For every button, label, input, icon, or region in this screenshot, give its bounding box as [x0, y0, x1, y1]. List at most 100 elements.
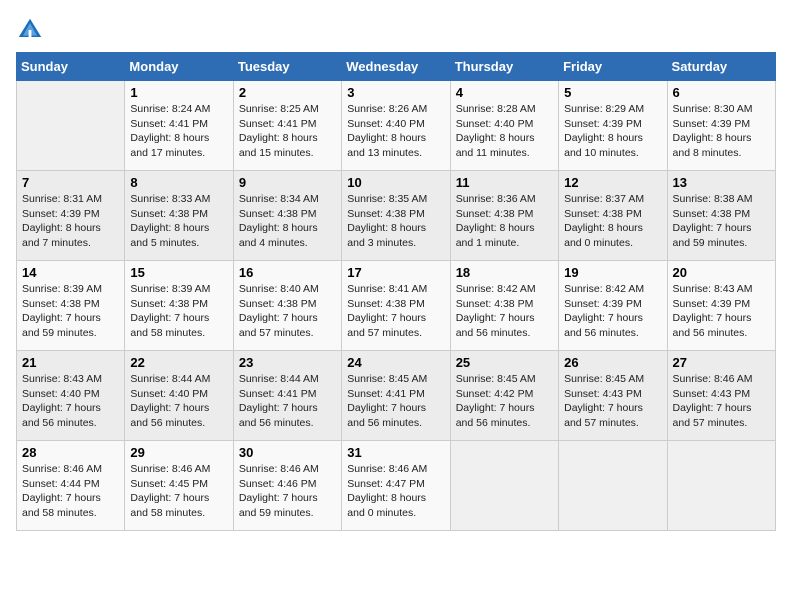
calendar-cell: 2 Sunrise: 8:25 AM Sunset: 4:41 PM Daylig…: [233, 81, 341, 171]
day-number: 26: [564, 355, 661, 370]
day-number: 10: [347, 175, 444, 190]
calendar-cell: 4Sunrise: 8:28 AM Sunset: 4:40 PM Daylig…: [450, 81, 558, 171]
week-row-3: 14 Sunrise: 8:39 AM Sunset: 4:38 PM Dayli…: [17, 261, 776, 351]
cell-content: Sunrise: 8:45 AM Sunset: 4:42 PM Dayligh…: [456, 372, 553, 431]
cell-content: Sunrise: 8:25 AM Sunset: 4:41 PM Dayligh…: [239, 102, 336, 161]
cell-content: Sunrise: 8:35 AM Sunset: 4:38 PM Dayligh…: [347, 192, 444, 251]
header-friday: Friday: [559, 53, 667, 81]
calendar-cell: 16Sunrise: 8:40 AM Sunset: 4:38 PM Dayli…: [233, 261, 341, 351]
calendar-cell: 5 Sunrise: 8:29 AM Sunset: 4:39 PM Daylig…: [559, 81, 667, 171]
calendar-cell: 8 Sunrise: 8:33 AM Sunset: 4:38 PM Daylig…: [125, 171, 233, 261]
calendar-cell: 31 Sunrise: 8:46 AM Sunset: 4:47 PM Dayli…: [342, 441, 450, 531]
day-number: 12: [564, 175, 661, 190]
day-number: 18: [456, 265, 553, 280]
week-row-2: 7Sunrise: 8:31 AM Sunset: 4:39 PM Daylig…: [17, 171, 776, 261]
calendar-cell: 6 Sunrise: 8:30 AM Sunset: 4:39 PM Daylig…: [667, 81, 775, 171]
day-number: 21: [22, 355, 119, 370]
day-number: 20: [673, 265, 770, 280]
day-number: 9: [239, 175, 336, 190]
calendar-cell: 18 Sunrise: 8:42 AM Sunset: 4:38 PM Dayli…: [450, 261, 558, 351]
logo-icon: [16, 16, 44, 44]
header-tuesday: Tuesday: [233, 53, 341, 81]
day-number: 3: [347, 85, 444, 100]
calendar-cell: 22 Sunrise: 8:44 AM Sunset: 4:40 PM Dayli…: [125, 351, 233, 441]
day-number: 16: [239, 265, 336, 280]
day-number: 22: [130, 355, 227, 370]
cell-content: Sunrise: 8:42 AM Sunset: 4:38 PM Dayligh…: [456, 282, 553, 341]
day-number: 5: [564, 85, 661, 100]
day-number: 8: [130, 175, 227, 190]
header-monday: Monday: [125, 53, 233, 81]
header-sunday: Sunday: [17, 53, 125, 81]
day-number: 19: [564, 265, 661, 280]
cell-content: Sunrise: 8:44 AM Sunset: 4:41 PM Dayligh…: [239, 372, 336, 431]
calendar-cell: 24 Sunrise: 8:45 AM Sunset: 4:41 PM Dayli…: [342, 351, 450, 441]
calendar-cell: [17, 81, 125, 171]
week-row-1: 1Sunrise: 8:24 AM Sunset: 4:41 PM Daylig…: [17, 81, 776, 171]
day-number: 2: [239, 85, 336, 100]
cell-content: Sunrise: 8:38 AM Sunset: 4:38 PM Dayligh…: [673, 192, 770, 251]
day-number: 30: [239, 445, 336, 460]
calendar-cell: 28Sunrise: 8:46 AM Sunset: 4:44 PM Dayli…: [17, 441, 125, 531]
logo: [16, 16, 48, 44]
calendar-cell: 17 Sunrise: 8:41 AM Sunset: 4:38 PM Dayli…: [342, 261, 450, 351]
header-wednesday: Wednesday: [342, 53, 450, 81]
day-number: 14: [22, 265, 119, 280]
cell-content: Sunrise: 8:44 AM Sunset: 4:40 PM Dayligh…: [130, 372, 227, 431]
cell-content: Sunrise: 8:43 AM Sunset: 4:40 PM Dayligh…: [22, 372, 119, 431]
cell-content: Sunrise: 8:34 AM Sunset: 4:38 PM Dayligh…: [239, 192, 336, 251]
calendar-cell: 1Sunrise: 8:24 AM Sunset: 4:41 PM Daylig…: [125, 81, 233, 171]
cell-content: Sunrise: 8:46 AM Sunset: 4:46 PM Dayligh…: [239, 462, 336, 521]
calendar-cell: 23 Sunrise: 8:44 AM Sunset: 4:41 PM Dayli…: [233, 351, 341, 441]
day-number: 15: [130, 265, 227, 280]
cell-content: Sunrise: 8:39 AM Sunset: 4:38 PM Dayligh…: [130, 282, 227, 341]
cell-content: Sunrise: 8:46 AM Sunset: 4:45 PM Dayligh…: [130, 462, 227, 521]
cell-content: Sunrise: 8:33 AM Sunset: 4:38 PM Dayligh…: [130, 192, 227, 251]
day-number: 31: [347, 445, 444, 460]
week-row-4: 21 Sunrise: 8:43 AM Sunset: 4:40 PM Dayli…: [17, 351, 776, 441]
calendar-cell: 13 Sunrise: 8:38 AM Sunset: 4:38 PM Dayli…: [667, 171, 775, 261]
calendar-cell: 9 Sunrise: 8:34 AM Sunset: 4:38 PM Daylig…: [233, 171, 341, 261]
header-row: SundayMondayTuesdayWednesdayThursdayFrid…: [17, 53, 776, 81]
cell-content: Sunrise: 8:28 AM Sunset: 4:40 PM Dayligh…: [456, 102, 553, 161]
cell-content: Sunrise: 8:45 AM Sunset: 4:41 PM Dayligh…: [347, 372, 444, 431]
cell-content: Sunrise: 8:41 AM Sunset: 4:38 PM Dayligh…: [347, 282, 444, 341]
calendar-cell: 29 Sunrise: 8:46 AM Sunset: 4:45 PM Dayli…: [125, 441, 233, 531]
cell-content: Sunrise: 8:43 AM Sunset: 4:39 PM Dayligh…: [673, 282, 770, 341]
cell-content: Sunrise: 8:36 AM Sunset: 4:38 PM Dayligh…: [456, 192, 553, 251]
day-number: 25: [456, 355, 553, 370]
calendar-cell: 26 Sunrise: 8:45 AM Sunset: 4:43 PM Dayli…: [559, 351, 667, 441]
day-number: 17: [347, 265, 444, 280]
day-number: 24: [347, 355, 444, 370]
cell-content: Sunrise: 8:42 AM Sunset: 4:39 PM Dayligh…: [564, 282, 661, 341]
day-number: 11: [456, 175, 553, 190]
calendar-cell: 27Sunrise: 8:46 AM Sunset: 4:43 PM Dayli…: [667, 351, 775, 441]
page-header: [16, 16, 776, 44]
cell-content: Sunrise: 8:26 AM Sunset: 4:40 PM Dayligh…: [347, 102, 444, 161]
cell-content: Sunrise: 8:30 AM Sunset: 4:39 PM Dayligh…: [673, 102, 770, 161]
cell-content: Sunrise: 8:46 AM Sunset: 4:44 PM Dayligh…: [22, 462, 119, 521]
day-number: 29: [130, 445, 227, 460]
calendar-cell: 21 Sunrise: 8:43 AM Sunset: 4:40 PM Dayli…: [17, 351, 125, 441]
calendar-cell: 3 Sunrise: 8:26 AM Sunset: 4:40 PM Daylig…: [342, 81, 450, 171]
day-number: 27: [673, 355, 770, 370]
day-number: 13: [673, 175, 770, 190]
day-number: 6: [673, 85, 770, 100]
cell-content: Sunrise: 8:45 AM Sunset: 4:43 PM Dayligh…: [564, 372, 661, 431]
calendar-cell: 12 Sunrise: 8:37 AM Sunset: 4:38 PM Dayli…: [559, 171, 667, 261]
calendar-cell: 30 Sunrise: 8:46 AM Sunset: 4:46 PM Dayli…: [233, 441, 341, 531]
cell-content: Sunrise: 8:39 AM Sunset: 4:38 PM Dayligh…: [22, 282, 119, 341]
cell-content: Sunrise: 8:37 AM Sunset: 4:38 PM Dayligh…: [564, 192, 661, 251]
cell-content: Sunrise: 8:29 AM Sunset: 4:39 PM Dayligh…: [564, 102, 661, 161]
calendar-cell: 7Sunrise: 8:31 AM Sunset: 4:39 PM Daylig…: [17, 171, 125, 261]
cell-content: Sunrise: 8:46 AM Sunset: 4:47 PM Dayligh…: [347, 462, 444, 521]
calendar-cell: [450, 441, 558, 531]
calendar-cell: 25 Sunrise: 8:45 AM Sunset: 4:42 PM Dayli…: [450, 351, 558, 441]
day-number: 23: [239, 355, 336, 370]
calendar-cell: 20 Sunrise: 8:43 AM Sunset: 4:39 PM Dayli…: [667, 261, 775, 351]
calendar-table: SundayMondayTuesdayWednesdayThursdayFrid…: [16, 52, 776, 531]
day-number: 1: [130, 85, 227, 100]
calendar-cell: 11 Sunrise: 8:36 AM Sunset: 4:38 PM Dayli…: [450, 171, 558, 261]
calendar-cell: [559, 441, 667, 531]
cell-content: Sunrise: 8:31 AM Sunset: 4:39 PM Dayligh…: [22, 192, 119, 251]
